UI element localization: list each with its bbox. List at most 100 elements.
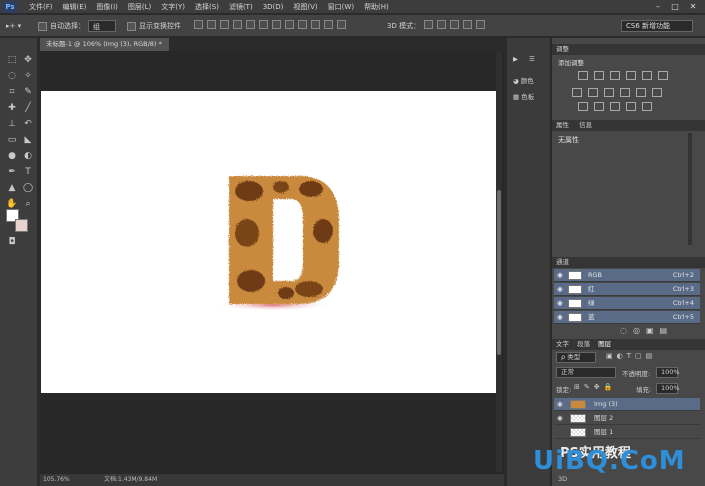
hue-saturation-icon[interactable] (572, 88, 582, 97)
3d-scale-icon[interactable] (476, 20, 485, 29)
pen-tool-icon[interactable]: ✒ (6, 166, 18, 178)
selective-color-icon[interactable] (642, 102, 652, 111)
channels-footer-icons[interactable]: ◌◎▣▤ (620, 326, 673, 335)
menu-file[interactable]: 文件(F) (24, 0, 58, 14)
channels-tab[interactable]: 通道 (552, 257, 705, 268)
maximize-button[interactable]: □ (668, 1, 682, 12)
align-top-icon[interactable] (194, 20, 203, 29)
zoom-tool-icon[interactable]: ⌕ (22, 198, 34, 210)
workspace-dropdown[interactable]: CS6 新增功能 (621, 20, 693, 32)
auto-select-dropdown[interactable]: 组 (88, 20, 116, 32)
dodge-tool-icon[interactable]: ◐ (22, 150, 34, 162)
menu-3d[interactable]: 3D(D) (258, 0, 289, 14)
path-selection-tool-icon[interactable]: ▲ (6, 182, 18, 194)
show-transform-checkbox[interactable] (127, 20, 136, 32)
fill-input[interactable]: 100% (656, 383, 680, 394)
move-tool-preset-icon[interactable]: ▸+ ▾ (6, 20, 21, 32)
tab-info[interactable]: 信息 (579, 121, 592, 129)
lock-icons[interactable]: ⊞✎✥🔒 (574, 383, 616, 391)
properties-scrollbar[interactable] (688, 133, 692, 245)
clone-stamp-tool-icon[interactable]: ⊥ (6, 118, 18, 130)
levels-icon[interactable] (594, 71, 604, 80)
menu-window[interactable]: 窗口(W) (323, 0, 359, 14)
exposure-icon[interactable] (626, 71, 636, 80)
minimize-button[interactable]: – (651, 1, 665, 12)
eye-icon[interactable]: ◉ (557, 269, 563, 282)
distribute-bottom-icon[interactable] (298, 20, 307, 29)
distribute-hcenter-icon[interactable] (324, 20, 333, 29)
3d-pan-icon[interactable] (450, 20, 459, 29)
photo-filter-icon[interactable] (620, 88, 630, 97)
close-button[interactable]: ✕ (686, 1, 700, 12)
invert-icon[interactable] (578, 102, 588, 111)
distribute-vcenter-icon[interactable] (285, 20, 294, 29)
blur-tool-icon[interactable]: ● (6, 150, 18, 162)
eye-icon[interactable]: ◉ (557, 283, 563, 296)
blend-mode-dropdown[interactable]: 正常 (556, 367, 616, 378)
shape-tool-icon[interactable]: ◯ (22, 182, 34, 194)
3d-slide-icon[interactable] (463, 20, 472, 29)
move-tool-icon[interactable]: ✥ (22, 54, 34, 66)
menu-type[interactable]: 文字(Y) (156, 0, 190, 14)
menu-edit[interactable]: 编辑(E) (58, 0, 92, 14)
color-lookup-icon[interactable] (652, 88, 662, 97)
scrollbar-thumb[interactable] (497, 190, 501, 355)
play-icon[interactable]: ▶ (513, 54, 518, 64)
paint-bucket-tool-icon[interactable]: ◣ (22, 134, 34, 146)
eye-icon[interactable]: ◉ (557, 297, 563, 310)
menu-layer[interactable]: 图层(L) (123, 0, 156, 14)
zoom-level[interactable]: 105.76% (43, 474, 70, 486)
menu-help[interactable]: 帮助(H) (359, 0, 394, 14)
gradient-triangle-icon[interactable] (658, 71, 668, 80)
3d-roll-icon[interactable] (437, 20, 446, 29)
channel-mixer-icon[interactable] (636, 88, 646, 97)
align-right-icon[interactable] (259, 20, 268, 29)
magic-wand-tool-icon[interactable]: ✧ (22, 70, 34, 82)
align-vcenter-icon[interactable] (207, 20, 216, 29)
eye-icon[interactable]: ◉ (557, 412, 563, 425)
adjustments-tab[interactable]: 调整 (552, 44, 705, 55)
align-bottom-icon[interactable] (220, 20, 229, 29)
menu-filter[interactable]: 滤镜(T) (224, 0, 258, 14)
brush-tool-icon[interactable]: ╱ (22, 102, 34, 114)
eye-icon[interactable]: ◉ (557, 311, 563, 324)
posterize-icon[interactable] (594, 102, 604, 111)
swatches-button[interactable]: ◕ 颜色 (513, 76, 534, 86)
healing-brush-tool-icon[interactable]: ✚ (6, 102, 18, 114)
menu-view[interactable]: 视图(V) (288, 0, 322, 14)
tab-properties[interactable]: 属性 (556, 121, 569, 129)
quick-mask-icon[interactable]: ◘ (6, 236, 18, 248)
threshold-icon[interactable] (610, 102, 620, 111)
curves-icon[interactable] (610, 71, 620, 80)
eye-icon[interactable]: ◉ (557, 398, 563, 411)
eyedropper-tool-icon[interactable]: ✎ (22, 86, 34, 98)
marquee-tool-icon[interactable]: ⬚ (6, 54, 18, 66)
auto-select-checkbox[interactable] (38, 20, 47, 32)
align-left-icon[interactable] (233, 20, 242, 29)
eraser-tool-icon[interactable]: ▭ (6, 134, 18, 146)
distribute-top-icon[interactable] (272, 20, 281, 29)
history-brush-tool-icon[interactable]: ↶ (22, 118, 34, 130)
gradient-map-icon[interactable] (626, 102, 636, 111)
tab-paragraph[interactable]: 段落 (577, 340, 590, 348)
opacity-input[interactable]: 100% (656, 367, 680, 378)
crop-tool-icon[interactable]: ⌗ (6, 86, 18, 98)
layer-filter-icons[interactable]: ▣◐T▢▤ (606, 352, 656, 360)
tab-character[interactable]: 文字 (556, 340, 569, 348)
align-hcenter-icon[interactable] (246, 20, 255, 29)
layer-filter-dropdown[interactable]: ρ 类型 (556, 352, 596, 363)
history-icon[interactable]: ☰ (529, 54, 535, 64)
lasso-tool-icon[interactable]: ◌ (6, 70, 18, 82)
canvas[interactable] (41, 91, 497, 393)
channel-row-rgb[interactable]: ◉ RGB Ctrl+2 (554, 269, 700, 282)
vibrance-icon[interactable] (642, 71, 652, 80)
black-white-icon[interactable] (604, 88, 614, 97)
3d-rotate-icon[interactable] (424, 20, 433, 29)
styles-button[interactable]: ▦ 色板 (513, 92, 534, 102)
channel-row-green[interactable]: ◉ 绿 Ctrl+4 (554, 297, 700, 310)
layer-row[interactable]: ◉ 图层 2 (554, 412, 700, 425)
channel-row-red[interactable]: ◉ 红 Ctrl+3 (554, 283, 700, 296)
tab-layers[interactable]: 图层 (598, 340, 611, 348)
menu-select[interactable]: 选择(S) (190, 0, 224, 14)
channel-row-blue[interactable]: ◉ 蓝 Ctrl+5 (554, 311, 700, 324)
